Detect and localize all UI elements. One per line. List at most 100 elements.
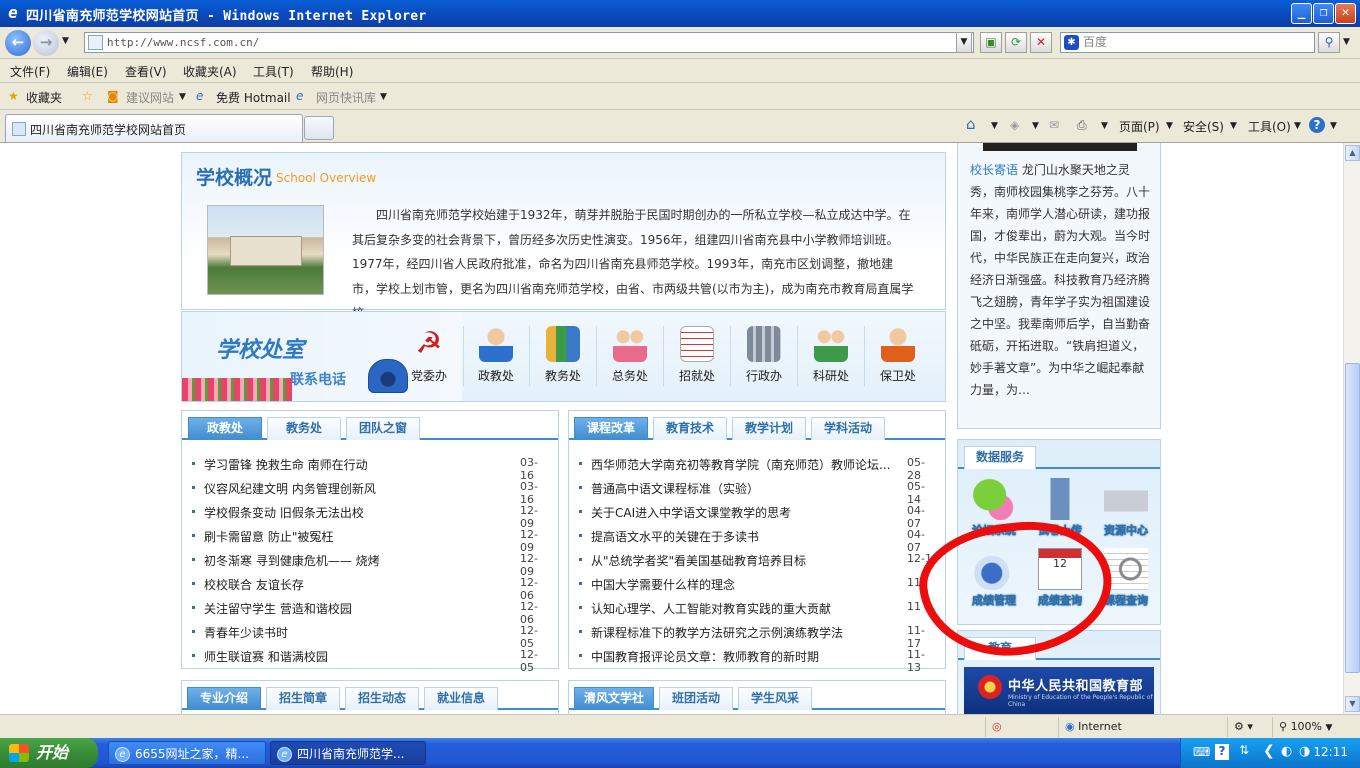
home-dropdown-icon[interactable]: ▼ — [991, 121, 998, 131]
expand-tray-icon[interactable]: ❮ — [1263, 743, 1275, 759]
office-party-committee[interactable]: ☭ 党委办 — [398, 326, 460, 396]
scroll-down-icon[interactable]: ▼ — [1345, 696, 1360, 712]
print-dropdown-icon[interactable]: ▼ — [1101, 121, 1108, 131]
back-button[interactable]: ← — [5, 30, 31, 56]
list-item[interactable]: 学习雷锋 挽救生命 南师在行动 03-16 — [192, 454, 550, 482]
taskbar-item-ncsf[interactable]: e 四川省南充师范学... — [270, 741, 426, 765]
scroll-up-icon[interactable]: ▲ — [1345, 145, 1360, 161]
list-item[interactable]: 仪容风纪建文明 内务管理创新风 03-16 — [192, 478, 550, 506]
new-tab-button[interactable] — [304, 116, 334, 140]
tab-class-activities[interactable]: 班团活动 — [659, 687, 733, 710]
news-title[interactable]: 新课程标准下的教学方法研究之示例演练教学法 — [591, 624, 843, 641]
help-dropdown-icon[interactable]: ▼ — [1330, 121, 1337, 131]
search-icon[interactable]: ⚲ — [1318, 32, 1340, 53]
tab-teaching-plan[interactable]: 教学计划 — [732, 417, 806, 440]
search-options-icon[interactable]: ▼ — [1343, 37, 1350, 47]
tab-major-intro[interactable]: 专业介绍 — [187, 687, 261, 710]
tab-admission-guide[interactable]: 招生简章 — [266, 687, 340, 710]
news-title[interactable]: 校校联合 友谊长存 — [204, 576, 304, 593]
safety-menu-dropdown-icon[interactable]: ▼ — [1230, 121, 1237, 131]
tab-student-style[interactable]: 学生风采 — [738, 687, 812, 710]
list-item[interactable]: 中国教育报评论员文章：教师教育的新时期 11-13 — [579, 646, 937, 674]
zoom-control[interactable]: ⚲ 100% ▼ — [1272, 717, 1342, 737]
list-item[interactable]: 认知心理学、人工智能对教育实践的重大贡献 11 — [579, 598, 937, 618]
principal-heading[interactable]: 校长寄语 — [970, 163, 1018, 177]
tab-academic-affairs[interactable]: 教务处 — [267, 417, 341, 440]
menu-tools[interactable]: 工具(T) — [253, 63, 294, 80]
tab-current-page[interactable]: 四川省南充师范学校网站首页 — [5, 114, 303, 142]
list-item[interactable]: 从"总统学者奖"看美国基础教育培养目标 12-1 — [579, 550, 937, 570]
news-title[interactable]: 中国大学需要什么样的理念 — [591, 576, 735, 593]
news-title[interactable]: 初冬渐寒 寻到健康危机—— 烧烤 — [204, 552, 380, 569]
help-tray-icon[interactable]: ? — [1215, 744, 1229, 760]
tab-admission-news[interactable]: 招生动态 — [345, 687, 419, 710]
volume-icon[interactable]: ◑ — [1299, 744, 1310, 759]
address-input[interactable]: http://www.ncsf.com.cn/ — [84, 32, 974, 53]
news-title[interactable]: 普通高中语文课程标准（实验） — [591, 480, 759, 497]
news-title[interactable]: 关注留守学生 营造和谐校园 — [204, 600, 352, 617]
keyboard-icon[interactable]: ⌨ — [1193, 745, 1210, 759]
tab-employment-info[interactable]: 就业信息 — [424, 687, 498, 710]
school-building-photo[interactable] — [207, 205, 324, 295]
safety-menu[interactable]: 安全(S) — [1183, 118, 1224, 135]
office-political-education[interactable]: 政教处 — [465, 326, 527, 396]
forward-button[interactable]: → — [33, 30, 59, 56]
print-icon[interactable]: ⎙ — [1077, 118, 1087, 133]
news-title[interactable]: 关于CAI进入中学语文课堂教学的思考 — [591, 504, 791, 521]
tools-menu-dropdown-icon[interactable]: ▼ — [1294, 121, 1301, 131]
list-item[interactable]: 普通高中语文课程标准（实验） 05-14 — [579, 478, 937, 506]
vertical-scrollbar[interactable]: ▲ ▼ — [1343, 143, 1360, 714]
list-item[interactable]: 中国大学需要什么样的理念 11 — [579, 574, 937, 594]
list-item[interactable]: 师生联谊赛 和谐满校园 12-05 — [192, 646, 550, 674]
favorites-button[interactable]: 收藏夹 — [26, 89, 62, 106]
office-administration[interactable]: 行政办 — [733, 326, 795, 396]
list-item[interactable]: 提高语文水平的关键在于多读书 04-07 — [579, 526, 937, 554]
list-item[interactable]: 关注留守学生 营造和谐校园 12-06 — [192, 598, 550, 626]
news-title[interactable]: 从"总统学者奖"看美国基础教育培养目标 — [591, 552, 806, 569]
web-slice-dropdown-icon[interactable]: ▼ — [380, 92, 387, 102]
refresh-icon[interactable]: ⟳ — [1005, 32, 1027, 53]
news-title[interactable]: 中国教育报评论员文章：教师教育的新时期 — [591, 648, 819, 665]
address-dropdown-icon[interactable]: ▼ — [956, 32, 972, 53]
home-icon[interactable]: ⌂ — [966, 115, 976, 133]
tools-menu[interactable]: 工具(O) — [1248, 118, 1291, 135]
news-title[interactable]: 仪容风纪建文明 内务管理创新风 — [204, 480, 376, 497]
recent-pages-dropdown-icon[interactable]: ▼ — [62, 36, 69, 46]
service-resource-center[interactable]: 资源中心 — [1095, 478, 1157, 542]
stop-icon[interactable]: ✕ — [1030, 32, 1052, 53]
menu-help[interactable]: 帮助(H) — [311, 63, 353, 80]
list-item[interactable]: 初冬渐寒 寻到健康危机—— 烧烤 12-09 — [192, 550, 550, 578]
news-title[interactable]: 西华师范大学南充初等教育学院（南充师范）教师论坛... — [591, 456, 891, 473]
principal-message[interactable]: 校长寄语 龙门山水聚天地之灵秀，南师校园集桃李之芬芳。八十年来，南师学人潜心研读… — [970, 159, 1152, 401]
privacy-icon[interactable]: ◎ — [985, 717, 1055, 737]
page-menu-dropdown-icon[interactable]: ▼ — [1166, 121, 1173, 131]
start-button[interactable]: 开始 — [0, 738, 98, 768]
feeds-dropdown-icon[interactable]: ▼ — [1032, 121, 1039, 131]
news-title[interactable]: 学校假条变动 旧假条无法出校 — [204, 504, 364, 521]
tab-literature-club[interactable]: 清风文学社 — [574, 687, 654, 710]
list-item[interactable]: 关于CAI进入中学语文课堂教学的思考 04-07 — [579, 502, 937, 530]
office-security[interactable]: 保卫处 — [867, 326, 929, 396]
news-title[interactable]: 青春年少读书时 — [204, 624, 288, 641]
input-method-icon[interactable]: ⇅ — [1239, 743, 1249, 757]
feeds-icon[interactable]: ◈ — [1010, 118, 1019, 132]
compatibility-view-icon[interactable]: ▣ — [980, 32, 1002, 53]
list-item[interactable]: 西华师范大学南充初等教育学院（南充师范）教师论坛... 05-28 — [579, 454, 937, 482]
office-research[interactable]: 科研处 — [800, 326, 862, 396]
tab-curriculum-reform[interactable]: 课程改革 — [574, 417, 648, 440]
office-academic-affairs[interactable]: 教务处 — [532, 326, 594, 396]
ministry-of-education-banner[interactable]: 中华人民共和国教育部 Ministry of Education of the … — [964, 667, 1154, 714]
maximize-button[interactable]: ❐ — [1313, 3, 1334, 24]
tab-youth-league[interactable]: 团队之窗 — [346, 417, 420, 440]
web-slice-gallery-link[interactable]: 网页快讯库 — [316, 89, 376, 106]
page-menu[interactable]: 页面(P) — [1119, 118, 1160, 135]
office-admissions[interactable]: 招就处 — [666, 326, 728, 396]
menu-edit[interactable]: 编辑(E) — [67, 63, 108, 80]
hotmail-link[interactable]: 免费 Hotmail — [216, 89, 291, 106]
tab-political-education[interactable]: 政教处 — [188, 417, 262, 440]
help-icon[interactable]: ? — [1309, 117, 1325, 133]
list-item[interactable]: 青春年少读书时 12-05 — [192, 622, 550, 650]
news-title[interactable]: 师生联谊赛 和谐满校园 — [204, 648, 328, 665]
overview-text[interactable]: 四川省南充师范学校始建于1932年，萌芽并脱胎于民国时期创办的一所私立学校—私立… — [352, 203, 917, 326]
scroll-thumb[interactable] — [1345, 363, 1360, 673]
